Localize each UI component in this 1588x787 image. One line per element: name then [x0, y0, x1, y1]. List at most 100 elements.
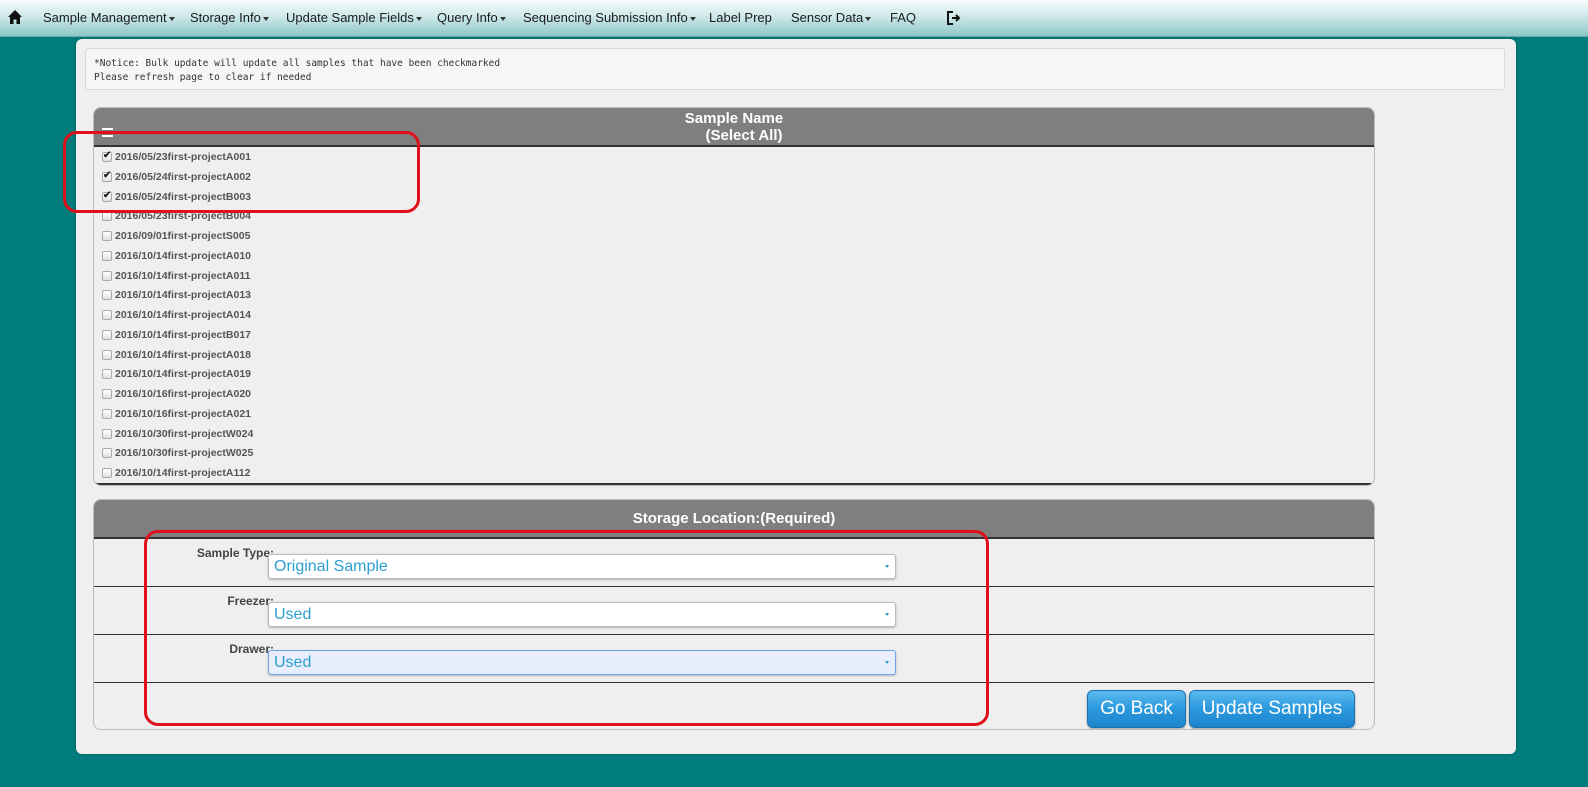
- sample-name-label: 2016/05/23first-projectB004: [115, 210, 251, 223]
- sample-name-label: 2016/10/14first-projectA112: [115, 467, 251, 479]
- caret-down-icon: [865, 16, 872, 21]
- freezer-row: Freezer: Used: [94, 587, 1374, 635]
- sample-name-label: 2016/09/01first-projectS005: [115, 230, 251, 242]
- sample-checkbox[interactable]: [102, 468, 112, 478]
- sample-name-label: 2016/10/30first-projectW024: [115, 427, 254, 440]
- nav-label: Sample Management: [43, 10, 167, 25]
- sample-row[interactable]: 2016/10/14first-projectA010: [102, 247, 251, 265]
- sample-list[interactable]: 2016/05/23first-projectA001 2016/05/24fir…: [94, 145, 1374, 481]
- sample-row[interactable]: 2016/05/24first-projectA002: [102, 168, 251, 186]
- nav-storage-info[interactable]: Storage Info: [190, 10, 269, 25]
- sample-name-header: Sample Name (Select All): [94, 108, 1374, 147]
- sample-row[interactable]: 2016/10/14first-projectA112: [102, 464, 250, 481]
- notice-line-2: Please refresh page to clear if needed: [94, 72, 312, 83]
- sample-type-select[interactable]: Original Sample: [268, 554, 896, 579]
- nav-label: Update Sample Fields: [286, 10, 414, 25]
- sample-checkbox[interactable]: [102, 428, 112, 439]
- sample-checkbox[interactable]: [102, 448, 112, 459]
- sample-type-row: Sample Type: Original Sample: [94, 539, 1374, 587]
- sample-name-label: 2016/10/14first-projectA014: [115, 309, 251, 321]
- nav-label: FAQ: [890, 10, 917, 25]
- top-navbar: Sample Management Storage Info Update Sa…: [0, 0, 1588, 37]
- sample-checkbox[interactable]: [102, 150, 112, 162]
- sample-checkbox[interactable]: [102, 290, 112, 301]
- sample-name-label: 2016/10/30first-projectW025: [115, 447, 254, 460]
- sample-row[interactable]: 2016/10/14first-projectA011: [102, 267, 250, 285]
- nav-sample-management[interactable]: Sample Management: [43, 10, 175, 25]
- notice-box: *Notice: Bulk update will update all sam…: [85, 48, 1505, 90]
- dropdown-arrow-icon: [885, 661, 889, 664]
- sample-type-value: Original Sample: [274, 558, 388, 575]
- caret-down-icon: [689, 16, 696, 21]
- sample-checkbox[interactable]: [102, 310, 112, 320]
- sample-checkbox[interactable]: [102, 231, 112, 241]
- dropdown-arrow-icon: [885, 565, 889, 568]
- sample-name-label: 2016/10/14first-projectB017: [115, 328, 251, 341]
- home-icon[interactable]: [7, 9, 23, 25]
- sample-checkbox[interactable]: [102, 190, 112, 202]
- sample-name-label: 2016/10/14first-projectA011: [115, 269, 251, 282]
- nav-update-sample-fields[interactable]: Update Sample Fields: [286, 10, 422, 25]
- sample-row[interactable]: 2016/05/24first-projectB003: [102, 188, 251, 206]
- freezer-value: Used: [274, 606, 312, 623]
- main-panel: *Notice: Bulk update will update all sam…: [76, 39, 1516, 754]
- sample-row[interactable]: 2016/10/14first-projectA014: [102, 306, 251, 324]
- sample-row[interactable]: 2016/09/01first-projectS005: [102, 227, 250, 245]
- sample-row[interactable]: 2016/10/16first-projectA021: [102, 405, 251, 423]
- nav-label: Storage Info: [190, 10, 261, 25]
- sample-row[interactable]: 2016/05/23first-projectB004: [102, 207, 251, 225]
- divider: [94, 483, 1374, 485]
- sample-checkbox[interactable]: [102, 211, 112, 222]
- caret-down-icon: [168, 16, 175, 21]
- sample-row[interactable]: 2016/10/14first-projectA019: [102, 365, 251, 383]
- caret-down-icon: [499, 16, 506, 21]
- sample-name-panel: Sample Name (Select All) 2016/05/23first…: [93, 107, 1375, 486]
- freezer-select[interactable]: Used: [268, 602, 896, 627]
- sample-name-label: 2016/05/24first-projectB003: [115, 190, 251, 203]
- nav-label: Label Prep: [709, 10, 772, 25]
- nav-label: Query Info: [437, 10, 498, 25]
- notice-line-1: *Notice: Bulk update will update all sam…: [94, 58, 501, 69]
- go-back-button[interactable]: Go Back: [1087, 690, 1186, 728]
- caret-down-icon: [415, 16, 422, 21]
- nav-label-prep[interactable]: Label Prep: [709, 10, 772, 25]
- sample-checkbox[interactable]: [102, 170, 112, 182]
- sample-name-label: 2016/05/24first-projectA002: [115, 170, 251, 183]
- sample-checkbox[interactable]: [102, 369, 112, 380]
- sample-row[interactable]: 2016/10/14first-projectA013: [102, 286, 251, 304]
- nav-query-info[interactable]: Query Info: [437, 10, 506, 25]
- drawer-value: Used: [274, 654, 312, 671]
- nav-label: Sensor Data: [791, 10, 864, 25]
- sample-name-title: Sample Name: [684, 110, 784, 127]
- sample-name-label: 2016/10/16first-projectA021: [115, 407, 251, 420]
- sample-name-label: 2016/10/14first-projectA010: [115, 249, 251, 262]
- sample-checkbox[interactable]: [102, 408, 112, 419]
- nav-sequencing-submission-info[interactable]: Sequencing Submission Info: [523, 10, 696, 25]
- storage-location-header: Storage Location:(Required): [94, 500, 1374, 539]
- sample-name-label: 2016/10/14first-projectA013: [115, 289, 251, 302]
- sample-row[interactable]: 2016/10/30first-projectW025: [102, 444, 253, 462]
- drawer-select[interactable]: Used: [268, 650, 896, 675]
- sample-row[interactable]: 2016/10/30first-projectW024: [102, 425, 253, 443]
- logout-icon[interactable]: [946, 10, 962, 26]
- caret-down-icon: [262, 16, 269, 21]
- nav-faq[interactable]: FAQ: [890, 10, 916, 25]
- sample-checkbox[interactable]: [102, 389, 112, 399]
- sample-row[interactable]: 2016/10/14first-projectA018: [102, 346, 251, 364]
- sample-row[interactable]: 2016/05/23first-projectA001: [102, 148, 251, 166]
- sample-row[interactable]: 2016/10/14first-projectB017: [102, 326, 251, 344]
- sample-checkbox[interactable]: [102, 349, 112, 360]
- sample-name-label: 2016/10/14first-projectA018: [115, 348, 251, 361]
- sample-name-label: 2016/05/23first-projectA001: [115, 151, 251, 163]
- drawer-row: Drawer: Used: [94, 635, 1374, 683]
- select-all-link[interactable]: (Select All): [94, 127, 1374, 144]
- sample-checkbox[interactable]: [102, 250, 112, 261]
- nav-label: Sequencing Submission Info: [523, 10, 688, 25]
- sample-name-label: 2016/10/14first-projectA019: [115, 368, 251, 381]
- sample-checkbox[interactable]: [102, 270, 112, 281]
- storage-location-panel: Storage Location:(Required) Sample Type:…: [93, 499, 1375, 730]
- sample-checkbox[interactable]: [102, 329, 112, 340]
- nav-sensor-data[interactable]: Sensor Data: [791, 10, 872, 25]
- update-samples-button[interactable]: Update Samples: [1189, 690, 1355, 728]
- sample-row[interactable]: 2016/10/16first-projectA020: [102, 385, 251, 403]
